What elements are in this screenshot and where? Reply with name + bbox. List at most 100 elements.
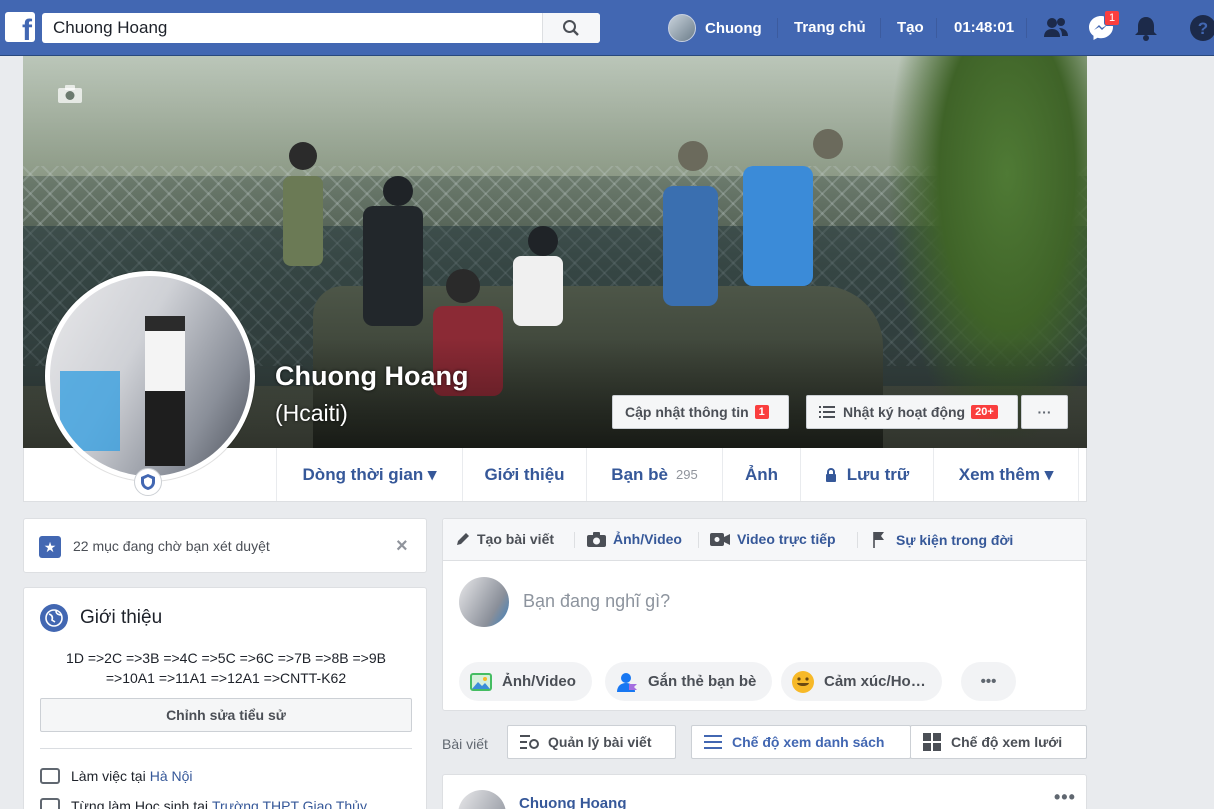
composer-tab-photo-video[interactable]: Ảnh/Video (587, 531, 682, 547)
close-icon[interactable]: × (396, 535, 408, 558)
more-options-button[interactable]: ··· (1021, 395, 1068, 429)
tab-timeline-label: Dòng thời gian ▾ (302, 464, 437, 484)
nav-home-link[interactable]: Trang chủ (794, 19, 866, 36)
friend-requests-icon[interactable] (1042, 14, 1070, 42)
update-info-button[interactable]: Cập nhật thông tin 1 (612, 395, 789, 429)
update-info-label: Cập nhật thông tin (625, 404, 749, 420)
avatar (458, 790, 506, 809)
tab-friends-label: Bạn bè (611, 464, 668, 484)
composer-tag-friends-label: Gắn thẻ bạn bè (648, 673, 757, 690)
composer-more-label: ••• (980, 673, 997, 690)
tab-more-label: Xem thêm ▾ (958, 464, 1054, 484)
activity-log-button[interactable]: Nhật ký hoạt động 20+ (806, 395, 1018, 429)
grid-view-label: Chế độ xem lưới (951, 734, 1063, 750)
edit-bio-button[interactable]: Chỉnh sửa tiểu sử (40, 698, 412, 732)
composer-tab-event-label: Sự kiện trong đời (896, 531, 1014, 548)
timeline-post: Chuong Hoang ••• (442, 774, 1087, 809)
profile-guard-shield-icon[interactable] (134, 468, 162, 496)
nav-divider (936, 18, 937, 38)
post-options-button[interactable]: ••• (1054, 787, 1076, 808)
tab-divider (857, 532, 858, 548)
nav-profile-link[interactable]: Chuong (668, 13, 762, 43)
briefcase-icon (40, 798, 60, 809)
list-view-icon (704, 735, 722, 749)
work-place-link[interactable]: Hà Nội (150, 768, 193, 784)
intro-header: Giới thiệu (40, 604, 162, 632)
composer-tab-live-video[interactable]: Video trực tiếp (710, 531, 836, 547)
composer-tab-photo-label: Ảnh/Video (613, 531, 682, 547)
nav-divider (777, 18, 778, 38)
star-icon: ★ (39, 536, 61, 558)
help-icon[interactable]: ? (1189, 14, 1214, 42)
search-input[interactable] (42, 13, 544, 43)
composer-tabs: Tạo bài viết Ảnh/Video Video trực tiếp S… (443, 519, 1086, 561)
facebook-logo-icon[interactable]: f (5, 12, 35, 42)
search-icon (563, 20, 579, 36)
composer-photo-video-button[interactable]: Ảnh/Video (459, 662, 592, 701)
composer-tab-create-post[interactable]: Tạo bài viết (455, 531, 554, 547)
tab-divider (698, 532, 699, 548)
composer-feeling-button[interactable]: Cảm xúc/Ho… (781, 662, 942, 701)
avatar (459, 577, 509, 627)
grid-view-button[interactable]: Chế độ xem lưới (910, 725, 1087, 759)
tab-photos[interactable]: Ảnh (722, 448, 800, 501)
profile-picture[interactable] (45, 271, 255, 481)
tab-about[interactable]: Giới thiệu (462, 448, 586, 501)
nav-clock: 01:48:01 (954, 19, 1015, 36)
composer-tag-friends-button[interactable]: Gắn thẻ bạn bè (605, 662, 773, 701)
camera-icon (587, 531, 606, 547)
composer-tab-life-event[interactable]: Sự kiện trong đời (872, 531, 1013, 548)
composer-input[interactable]: Bạn đang nghĩ gì? (523, 591, 670, 612)
composer-tab-live-label: Video trực tiếp (737, 531, 836, 547)
tag-friends-icon (617, 672, 637, 692)
study-prefix: Từng làm Học sinh tại (71, 798, 208, 809)
posts-filter-bar: Bài viết Quản lý bài viết Chế độ xem dan… (442, 725, 1087, 759)
list-view-button[interactable]: Chế độ xem danh sách (691, 725, 911, 759)
update-cover-camera-icon[interactable] (57, 84, 83, 104)
composer-photo-video-label: Ảnh/Video (502, 673, 576, 690)
tab-more[interactable]: Xem thêm ▾ (933, 448, 1079, 501)
smiley-icon (792, 670, 814, 693)
photo-icon (470, 672, 492, 691)
study-info-row: Từng làm Học sinh tại Trường THPT Giao T… (40, 798, 367, 809)
search-button[interactable] (542, 13, 600, 43)
lock-icon (825, 467, 836, 482)
study-place-link[interactable]: Trường THPT Giao Thủy (212, 798, 367, 809)
intro-title: Giới thiệu (80, 607, 163, 628)
activity-log-label: Nhật ký hoạt động (843, 404, 966, 420)
tab-friends[interactable]: Bạn bè 295 (586, 448, 722, 501)
bio-line-1: 1D =>2C =>3B =>4C =>5C =>6C =>7B =>8B =>… (66, 650, 386, 666)
profile-picture-image (50, 276, 250, 476)
tab-photos-label: Ảnh (744, 464, 779, 484)
bio-line-2: =>10A1 =>11A1 =>12A1 =>CNTT-K62 (105, 670, 347, 686)
gear-list-icon (520, 735, 539, 749)
manage-posts-button[interactable]: Quản lý bài viết (507, 725, 676, 759)
svg-text:?: ? (1198, 19, 1208, 38)
list-view-label: Chế độ xem danh sách (732, 734, 885, 750)
post-author-link[interactable]: Chuong Hoang (519, 795, 626, 809)
nav-user-name: Chuong (705, 19, 762, 37)
search-box (42, 13, 600, 43)
profile-photo-person (145, 316, 185, 466)
nav-create-link[interactable]: Tạo (897, 19, 924, 36)
tab-timeline[interactable]: Dòng thời gian ▾ (276, 448, 462, 501)
flag-icon (873, 532, 884, 548)
pending-review-card[interactable]: ★ 22 mục đang chờ bạn xét duyệt × (23, 518, 427, 573)
activity-log-badge: 20+ (971, 405, 998, 419)
tab-divider (574, 532, 575, 548)
profile-alternate-name: (Hcaiti) (275, 400, 348, 426)
tab-archive[interactable]: Lưu trữ (800, 448, 933, 501)
bio-text: 1D =>2C =>3B =>4C =>5C =>6C =>7B =>8B =>… (40, 648, 412, 688)
manage-posts-label: Quản lý bài viết (548, 734, 652, 750)
grid-view-icon (923, 733, 941, 751)
pencil-icon (457, 532, 469, 545)
composer-tab-create-label: Tạo bài viết (477, 531, 555, 547)
post-composer: Tạo bài viết Ảnh/Video Video trực tiếp S… (442, 518, 1087, 711)
notifications-bell-icon[interactable] (1133, 14, 1159, 42)
composer-more-button[interactable]: ••• (961, 662, 1016, 701)
composer-feeling-label: Cảm xúc/Ho… (824, 673, 926, 690)
profile-name[interactable]: Chuong Hoang (275, 361, 468, 392)
more-options-label: ··· (1037, 404, 1052, 420)
intro-card: Giới thiệu 1D =>2C =>3B =>4C =>5C =>6C =… (23, 587, 427, 809)
profile-photo-screen (60, 371, 120, 451)
